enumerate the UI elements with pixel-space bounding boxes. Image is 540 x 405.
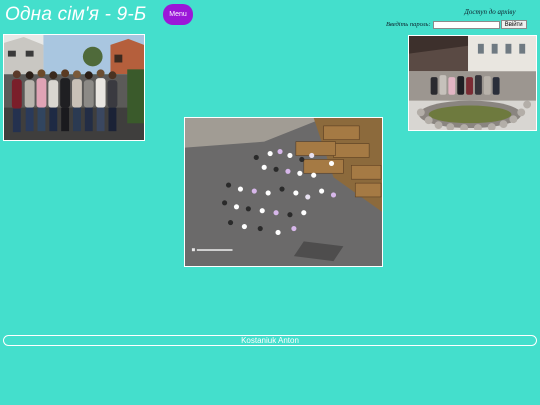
- footer-author: Kostaniuk Anton: [3, 335, 537, 346]
- group-photo-left: [3, 34, 145, 141]
- group-photo-right: [408, 35, 537, 131]
- menu-button[interactable]: Menu: [163, 4, 193, 25]
- page-title: Одна сім'я - 9-Б: [5, 4, 147, 25]
- password-label: Введіть пароль:: [386, 21, 431, 28]
- archive-heading: Доступ до архіву: [464, 8, 516, 16]
- group-photo-center: [184, 117, 383, 267]
- password-form: Введіть пароль: Ввійти: [386, 20, 527, 29]
- enter-button[interactable]: Ввійти: [500, 20, 527, 29]
- password-input[interactable]: [432, 20, 500, 29]
